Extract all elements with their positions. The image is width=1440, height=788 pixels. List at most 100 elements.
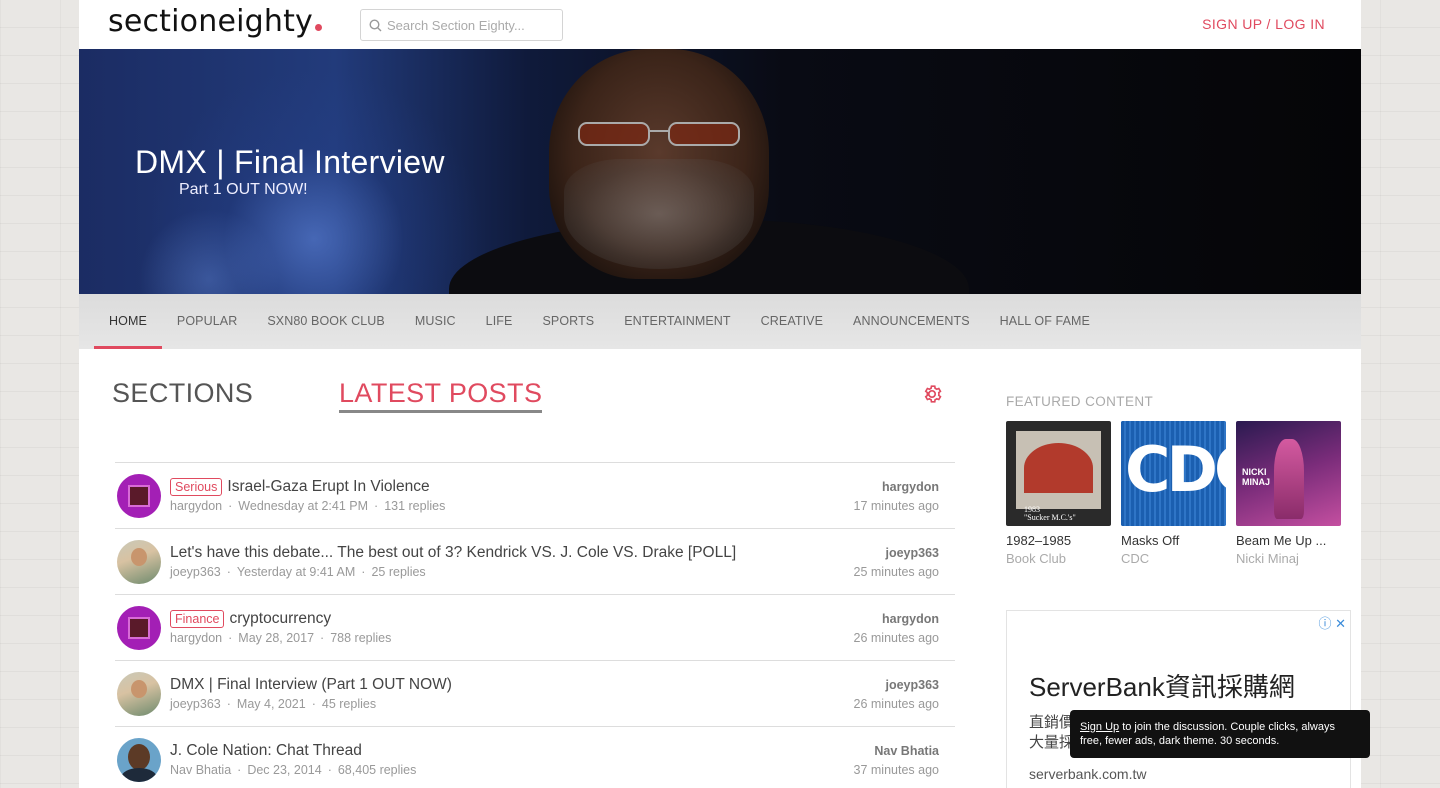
avatar-suit	[121, 768, 157, 782]
tab-sections[interactable]: SECTIONS	[112, 378, 253, 409]
last-post-time[interactable]: 25 minutes ago	[854, 565, 939, 579]
post-meta: joeyp363 · May 4, 2021 · 45 replies	[170, 697, 376, 711]
search-box[interactable]	[360, 9, 563, 41]
post-date[interactable]: May 4, 2021	[237, 697, 306, 711]
nav-home[interactable]: HOME	[94, 294, 162, 349]
hero-banner[interactable]: DMX | Final Interview Part 1 OUT NOW!	[79, 49, 1361, 294]
nav-popular[interactable]: POPULAR	[162, 294, 252, 349]
ad-title[interactable]: ServerBank資訊採購網	[1029, 667, 1295, 704]
search-icon	[369, 18, 382, 31]
album-artist-text: NICKI MINAJ	[1242, 467, 1271, 487]
post-row[interactable]: Finance cryptocurrency hargydon · May 28, 2…	[115, 594, 955, 660]
nav-creative[interactable]: CREATIVE	[746, 294, 838, 349]
post-meta: hargydon · Wednesday at 2:41 PM · 131 replie…	[170, 499, 445, 513]
logo-text: sectioneighty	[108, 4, 314, 39]
post-author[interactable]: hargydon	[170, 499, 222, 513]
hero-subtitle: Part 1 OUT NOW!	[179, 181, 308, 198]
nav-hall-of-fame[interactable]: HALL OF FAME	[985, 294, 1105, 349]
site-logo[interactable]: sectioneighty	[108, 4, 323, 39]
ad-info-close-icon[interactable]: ⓘ ✕	[1318, 613, 1346, 632]
avatar[interactable]	[117, 540, 161, 584]
nav-music[interactable]: MUSIC	[400, 294, 471, 349]
post-title-text[interactable]: Israel-Gaza Erupt In Violence	[227, 478, 429, 496]
post-title[interactable]: Serious Israel-Gaza Erupt In Violence	[170, 478, 430, 496]
last-post-time[interactable]: 26 minutes ago	[854, 631, 939, 645]
tab-latest-posts[interactable]: LATEST POSTS	[339, 378, 543, 413]
page: sectioneighty SIGN UP / LOG IN DMX | Fin…	[79, 0, 1361, 788]
post-author[interactable]: joeyp363	[170, 565, 221, 579]
post-title-text[interactable]: Let's have this debate... The best out o…	[170, 544, 736, 562]
post-title[interactable]: DMX | Final Interview (Part 1 OUT NOW)	[170, 676, 452, 694]
featured-subtitle[interactable]: Book Club	[1006, 551, 1111, 566]
post-title-text[interactable]: DMX | Final Interview (Part 1 OUT NOW)	[170, 676, 452, 694]
post-title[interactable]: Let's have this debate... The best out o…	[170, 544, 736, 562]
featured-item[interactable]: NICKI MINAJ Beam Me Up ... Nicki Minaj	[1236, 421, 1341, 566]
post-tag[interactable]: Serious	[170, 478, 223, 496]
last-post-time[interactable]: 17 minutes ago	[854, 499, 939, 513]
last-poster[interactable]: Nav Bhatia	[874, 744, 939, 758]
avatar[interactable]	[117, 606, 161, 650]
post-title-text[interactable]: J. Cole Nation: Chat Thread	[170, 742, 362, 760]
avatar[interactable]	[117, 738, 161, 782]
featured-item[interactable]: 1983 "Sucker M.C.'s" 1982–1985 Book Club	[1006, 421, 1111, 566]
nav-entertainment[interactable]: ENTERTAINMENT	[609, 294, 745, 349]
post-author[interactable]: Nav Bhatia	[170, 763, 231, 777]
meta-separator: ·	[228, 499, 233, 513]
featured-heading: FEATURED CONTENT	[1006, 394, 1154, 409]
search-input[interactable]	[387, 17, 557, 33]
featured-subtitle[interactable]: Nicki Minaj	[1236, 551, 1341, 566]
post-date[interactable]: Yesterday at 9:41 AM	[237, 565, 355, 579]
avatar-art	[128, 617, 150, 639]
post-tag[interactable]: Finance	[170, 610, 225, 628]
last-poster[interactable]: hargydon	[882, 612, 939, 626]
nav-book-club[interactable]: SXN80 BOOK CLUB	[252, 294, 400, 349]
featured-thumbnail[interactable]: 1983 "Sucker M.C.'s"	[1006, 421, 1111, 526]
top-bar: sectioneighty SIGN UP / LOG IN	[79, 0, 1361, 49]
featured-thumbnail[interactable]: NICKI MINAJ	[1236, 421, 1341, 526]
post-meta: hargydon · May 28, 2017 · 788 replies	[170, 631, 391, 645]
post-title-text[interactable]: cryptocurrency	[229, 610, 331, 628]
last-post-time[interactable]: 26 minutes ago	[854, 697, 939, 711]
post-date[interactable]: Wednesday at 2:41 PM	[238, 499, 368, 513]
featured-subtitle[interactable]: CDC	[1121, 551, 1226, 566]
gear-icon[interactable]	[921, 383, 943, 405]
last-poster[interactable]: joeyp363	[885, 546, 939, 560]
ad-text-line: 直銷價	[1029, 714, 1075, 731]
featured-item[interactable]: CDC Masks Off CDC	[1121, 421, 1226, 566]
post-author[interactable]: hargydon	[170, 631, 222, 645]
album-caption: 1983 "Sucker M.C.'s"	[1024, 505, 1076, 522]
ad-url[interactable]: serverbank.com.tw	[1029, 766, 1146, 782]
album-figure	[1274, 439, 1304, 519]
ad-text: 直銷價 大量採	[1029, 713, 1074, 753]
nav-announcements[interactable]: ANNOUNCEMENTS	[838, 294, 985, 349]
featured-title[interactable]: Masks Off	[1121, 533, 1226, 548]
cdc-logo-text: CDC	[1125, 433, 1226, 506]
meta-separator: ·	[320, 631, 325, 645]
last-post-time[interactable]: 37 minutes ago	[854, 763, 939, 777]
post-replies: 68,405 replies	[337, 763, 417, 777]
nav-sports[interactable]: SPORTS	[527, 294, 609, 349]
post-author[interactable]: joeyp363	[170, 697, 221, 711]
main-nav: HOME POPULAR SXN80 BOOK CLUB MUSIC LIFE …	[79, 294, 1361, 349]
signup-login-link[interactable]: SIGN UP / LOG IN	[1202, 16, 1325, 32]
last-poster[interactable]: hargydon	[882, 480, 939, 494]
featured-title[interactable]: 1982–1985	[1006, 533, 1111, 548]
nav-life[interactable]: LIFE	[471, 294, 528, 349]
post-row[interactable]: DMX | Final Interview (Part 1 OUT NOW) j…	[115, 660, 955, 726]
post-row[interactable]: Serious Israel-Gaza Erupt In Violence har…	[115, 462, 955, 528]
post-date[interactable]: Dec 23, 2014	[247, 763, 321, 777]
post-title[interactable]: Finance cryptocurrency	[170, 610, 331, 628]
toast-signup-link[interactable]: Sign Up	[1080, 721, 1119, 733]
post-meta: joeyp363 · Yesterday at 9:41 AM · 25 replies	[170, 565, 426, 579]
post-row[interactable]: Let's have this debate... The best out o…	[115, 528, 955, 594]
post-date[interactable]: May 28, 2017	[238, 631, 314, 645]
post-row[interactable]: J. Cole Nation: Chat Thread Nav Bhatia · D…	[115, 726, 955, 788]
featured-title[interactable]: Beam Me Up ...	[1236, 533, 1341, 548]
ad-banner[interactable]: ⓘ ✕ ServerBank資訊採購網 直銷價 大量採 serverbank.co…	[1006, 610, 1351, 788]
avatar[interactable]	[117, 672, 161, 716]
featured-thumbnail[interactable]: CDC	[1121, 421, 1226, 526]
last-poster[interactable]: joeyp363	[885, 678, 939, 692]
avatar[interactable]	[117, 474, 161, 518]
post-title[interactable]: J. Cole Nation: Chat Thread	[170, 742, 362, 760]
hero-title[interactable]: DMX | Final Interview	[135, 144, 445, 181]
